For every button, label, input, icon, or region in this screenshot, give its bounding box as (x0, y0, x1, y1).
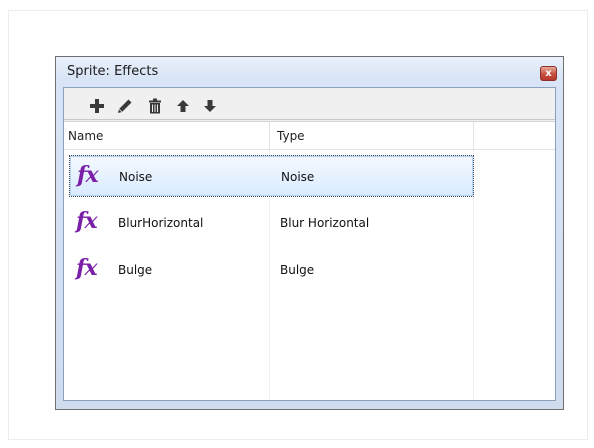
effects-list[interactable]: Name Type fx Noise Noise fx BlurHorizont… (64, 121, 555, 400)
effects-dialog: Sprite: Effects x Name Type fx Noise Noi… (55, 56, 564, 410)
effect-type: Noise (281, 170, 315, 184)
fx-icon: fx (77, 162, 99, 188)
fx-icon: fx (76, 255, 98, 281)
title-bar[interactable]: Sprite: Effects x (56, 57, 563, 87)
toolbar (64, 88, 555, 120)
dialog-client: Name Type fx Noise Noise fx BlurHorizont… (63, 87, 556, 401)
add-icon (90, 99, 104, 113)
list-item[interactable]: fx Bulge Bulge (69, 249, 474, 291)
arrow-up-icon (177, 100, 189, 112)
dialog-title: Sprite: Effects (67, 64, 159, 79)
list-header: Name Type (64, 122, 555, 150)
column-header-type[interactable]: Type (277, 129, 305, 143)
fx-icon: fx (76, 208, 98, 234)
effect-type: Bulge (280, 263, 315, 277)
list-item[interactable]: fx Noise Noise (69, 155, 474, 197)
effect-name: BlurHorizontal (118, 216, 204, 230)
column-header-name[interactable]: Name (68, 129, 103, 143)
effect-name: Noise (119, 170, 153, 184)
trash-icon (149, 98, 161, 114)
header-separator[interactable] (269, 122, 270, 149)
close-icon: x (545, 68, 552, 79)
effect-name: Bulge (118, 263, 153, 277)
add-button[interactable] (86, 95, 108, 117)
list-item[interactable]: fx BlurHorizontal Blur Horizontal (69, 202, 474, 244)
pencil-icon (118, 99, 132, 113)
delete-button[interactable] (144, 95, 166, 117)
move-up-button[interactable] (172, 95, 194, 117)
close-button[interactable]: x (540, 66, 557, 81)
arrow-down-icon (204, 100, 216, 112)
move-down-button[interactable] (199, 95, 221, 117)
edit-button[interactable] (114, 95, 136, 117)
header-separator[interactable] (473, 122, 474, 149)
effect-type: Blur Horizontal (280, 216, 370, 230)
